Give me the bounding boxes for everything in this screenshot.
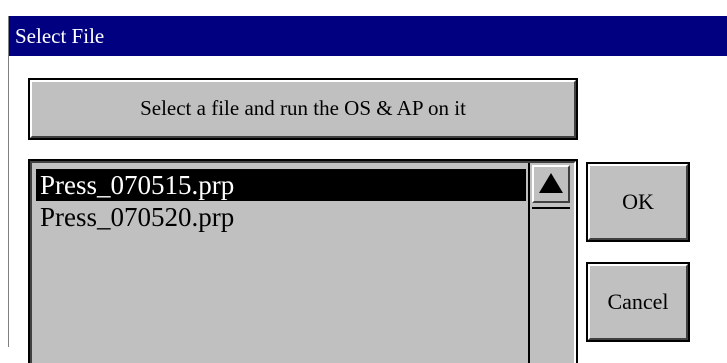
- triangle-up-icon: [539, 173, 563, 193]
- file-list-item[interactable]: Press_070515.prp: [36, 169, 526, 201]
- cancel-button[interactable]: Cancel: [586, 262, 690, 342]
- scroll-up-button[interactable]: [532, 165, 570, 203]
- dialog-title: Select File: [9, 16, 727, 56]
- ok-button[interactable]: OK: [586, 162, 690, 242]
- file-listbox[interactable]: Press_070515.prp Press_070520.prp: [28, 159, 578, 363]
- scroll-track[interactable]: [532, 207, 570, 363]
- vertical-scrollbar[interactable]: [528, 163, 574, 363]
- select-file-dialog: Select File Select a file and run the OS…: [8, 16, 727, 363]
- file-list: Press_070515.prp Press_070520.prp: [36, 169, 526, 233]
- instruction-label: Select a file and run the OS & AP on it: [28, 78, 578, 140]
- file-list-item[interactable]: Press_070520.prp: [36, 201, 526, 233]
